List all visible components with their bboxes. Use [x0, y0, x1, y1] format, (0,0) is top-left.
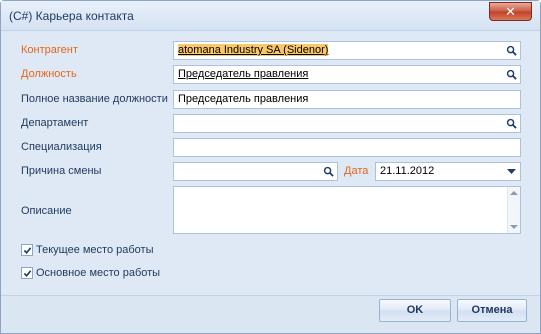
dialog-window: (C#) Карьера контакта ✕ Контрагент atoma…: [0, 0, 541, 334]
description-textarea[interactable]: [173, 186, 521, 234]
close-button[interactable]: ✕: [489, 2, 532, 21]
position-field[interactable]: Председатель правления: [173, 65, 521, 84]
department-lookup-button[interactable]: [503, 115, 520, 132]
form-area: Контрагент atomana Industry SA (Sidenor)…: [1, 32, 540, 295]
current-job-checkbox-row[interactable]: Текущее место работы: [21, 244, 154, 256]
scroll-up-icon[interactable]: [510, 191, 518, 195]
search-icon: [323, 166, 334, 177]
window-title: (C#) Карьера контакта: [9, 9, 134, 23]
main-job-checkbox[interactable]: [21, 267, 33, 279]
scroll-down-icon[interactable]: [510, 225, 518, 229]
date-dropdown-button[interactable]: [503, 163, 520, 180]
title-bar[interactable]: (C#) Карьера контакта ✕: [1, 1, 540, 31]
current-job-checkbox[interactable]: [21, 244, 33, 256]
checkmark-icon: [23, 246, 31, 254]
ok-button[interactable]: OK: [379, 299, 451, 322]
chevron-down-icon: [507, 168, 516, 174]
full-position-value: Председатель правления: [178, 93, 309, 105]
search-icon: [506, 118, 517, 129]
counterparty-label: Контрагент: [21, 44, 78, 56]
position-label: Должность: [21, 68, 77, 80]
counterparty-value[interactable]: atomana Industry SA (Sidenor): [178, 44, 329, 56]
counterparty-field[interactable]: atomana Industry SA (Sidenor): [173, 41, 521, 60]
cancel-button[interactable]: Отмена: [457, 299, 527, 322]
full-position-input[interactable]: Председатель правления: [173, 90, 521, 109]
date-value: 21.11.2012: [380, 165, 435, 177]
current-job-label: Текущее место работы: [36, 244, 154, 256]
full-position-label: Полное название должности: [21, 93, 168, 105]
main-job-label: Основное место работы: [36, 267, 161, 279]
search-icon: [506, 69, 517, 80]
change-reason-lookup-button[interactable]: [320, 163, 337, 180]
date-label: Дата: [344, 165, 369, 177]
position-value[interactable]: Председатель правления: [178, 68, 308, 80]
dialog-footer: OK Отмена: [1, 295, 540, 333]
specialization-label: Специализация: [21, 141, 102, 153]
specialization-input[interactable]: [173, 138, 521, 157]
date-picker[interactable]: 21.11.2012: [375, 162, 521, 181]
department-label: Департамент: [21, 117, 89, 129]
position-lookup-button[interactable]: [503, 66, 520, 83]
change-reason-field[interactable]: [173, 162, 338, 181]
counterparty-lookup-button[interactable]: [503, 42, 520, 59]
department-field[interactable]: [173, 114, 521, 133]
checkmark-icon: [23, 269, 31, 277]
description-scrollbar[interactable]: [507, 187, 520, 233]
change-reason-label: Причина смены: [21, 165, 102, 177]
description-label: Описание: [21, 205, 72, 217]
close-icon: ✕: [505, 4, 516, 19]
main-job-checkbox-row[interactable]: Основное место работы: [21, 267, 160, 279]
search-icon: [506, 45, 517, 56]
